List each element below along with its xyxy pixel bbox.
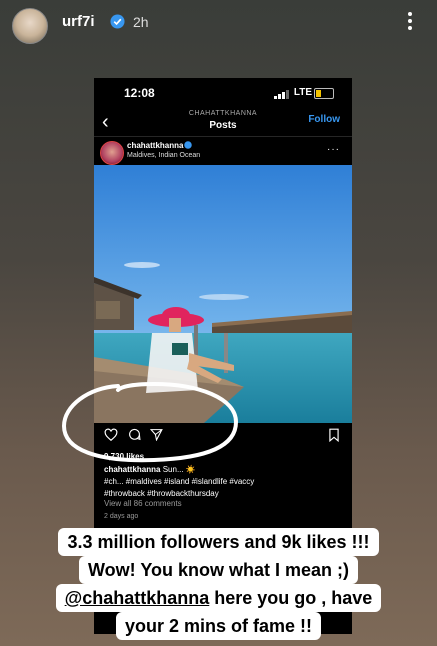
post-date: 2 days ago [104,513,139,520]
signal-icon [274,90,289,99]
post-caption: chahattkhanna Sun... ☀️ #ch... #maldives… [104,464,344,500]
caption-username[interactable]: chahattkhanna [104,465,160,474]
post-location[interactable]: Maldives, Indian Ocean [127,152,200,159]
post-avatar[interactable] [100,141,124,165]
overlay-line2: Wow! You know what I mean ;) [0,556,437,584]
phone-status-bar: 12:08 LTE [94,78,352,110]
overlay-line3: @chahattkhanna here you go , have [0,584,437,612]
caption-line3: #throwback #throwbackthursday [104,489,219,498]
overlay-line4: your 2 mins of fame !! [0,612,437,640]
mention-link[interactable]: @chahattkhanna [65,588,210,608]
verified-icon [184,141,192,149]
post-more-icon[interactable]: ··· [327,144,340,155]
divider [94,136,352,137]
bookmark-icon[interactable] [328,428,340,442]
view-comments-link[interactable]: View all 86 comments [104,499,182,508]
follow-button[interactable]: Follow [308,114,340,125]
verified-icon [110,14,125,29]
caption-line1: Sun... ☀️ [162,465,196,474]
circle-annotation [61,381,239,463]
story-username[interactable]: urf7i [62,13,95,30]
post-username[interactable]: chahattkhanna [127,141,183,150]
avatar[interactable] [12,8,48,44]
story-header: urf7i 2h [0,0,437,48]
phone-clock: 12:08 [124,86,155,100]
overlay-line1: 3.3 million followers and 9k likes !!! [0,528,437,556]
network-label: LTE [293,87,312,98]
caption-line2: #ch... #maldives #island #islandlife #va… [104,477,255,486]
more-icon[interactable] [407,10,413,34]
post-header: chahattkhanna Maldives, Indian Ocean ··· [94,138,352,165]
story-time: 2h [133,14,149,30]
post-navbar: ‹ CHAHATTKHANNA Posts Follow [94,108,352,138]
battery-icon [314,88,334,99]
